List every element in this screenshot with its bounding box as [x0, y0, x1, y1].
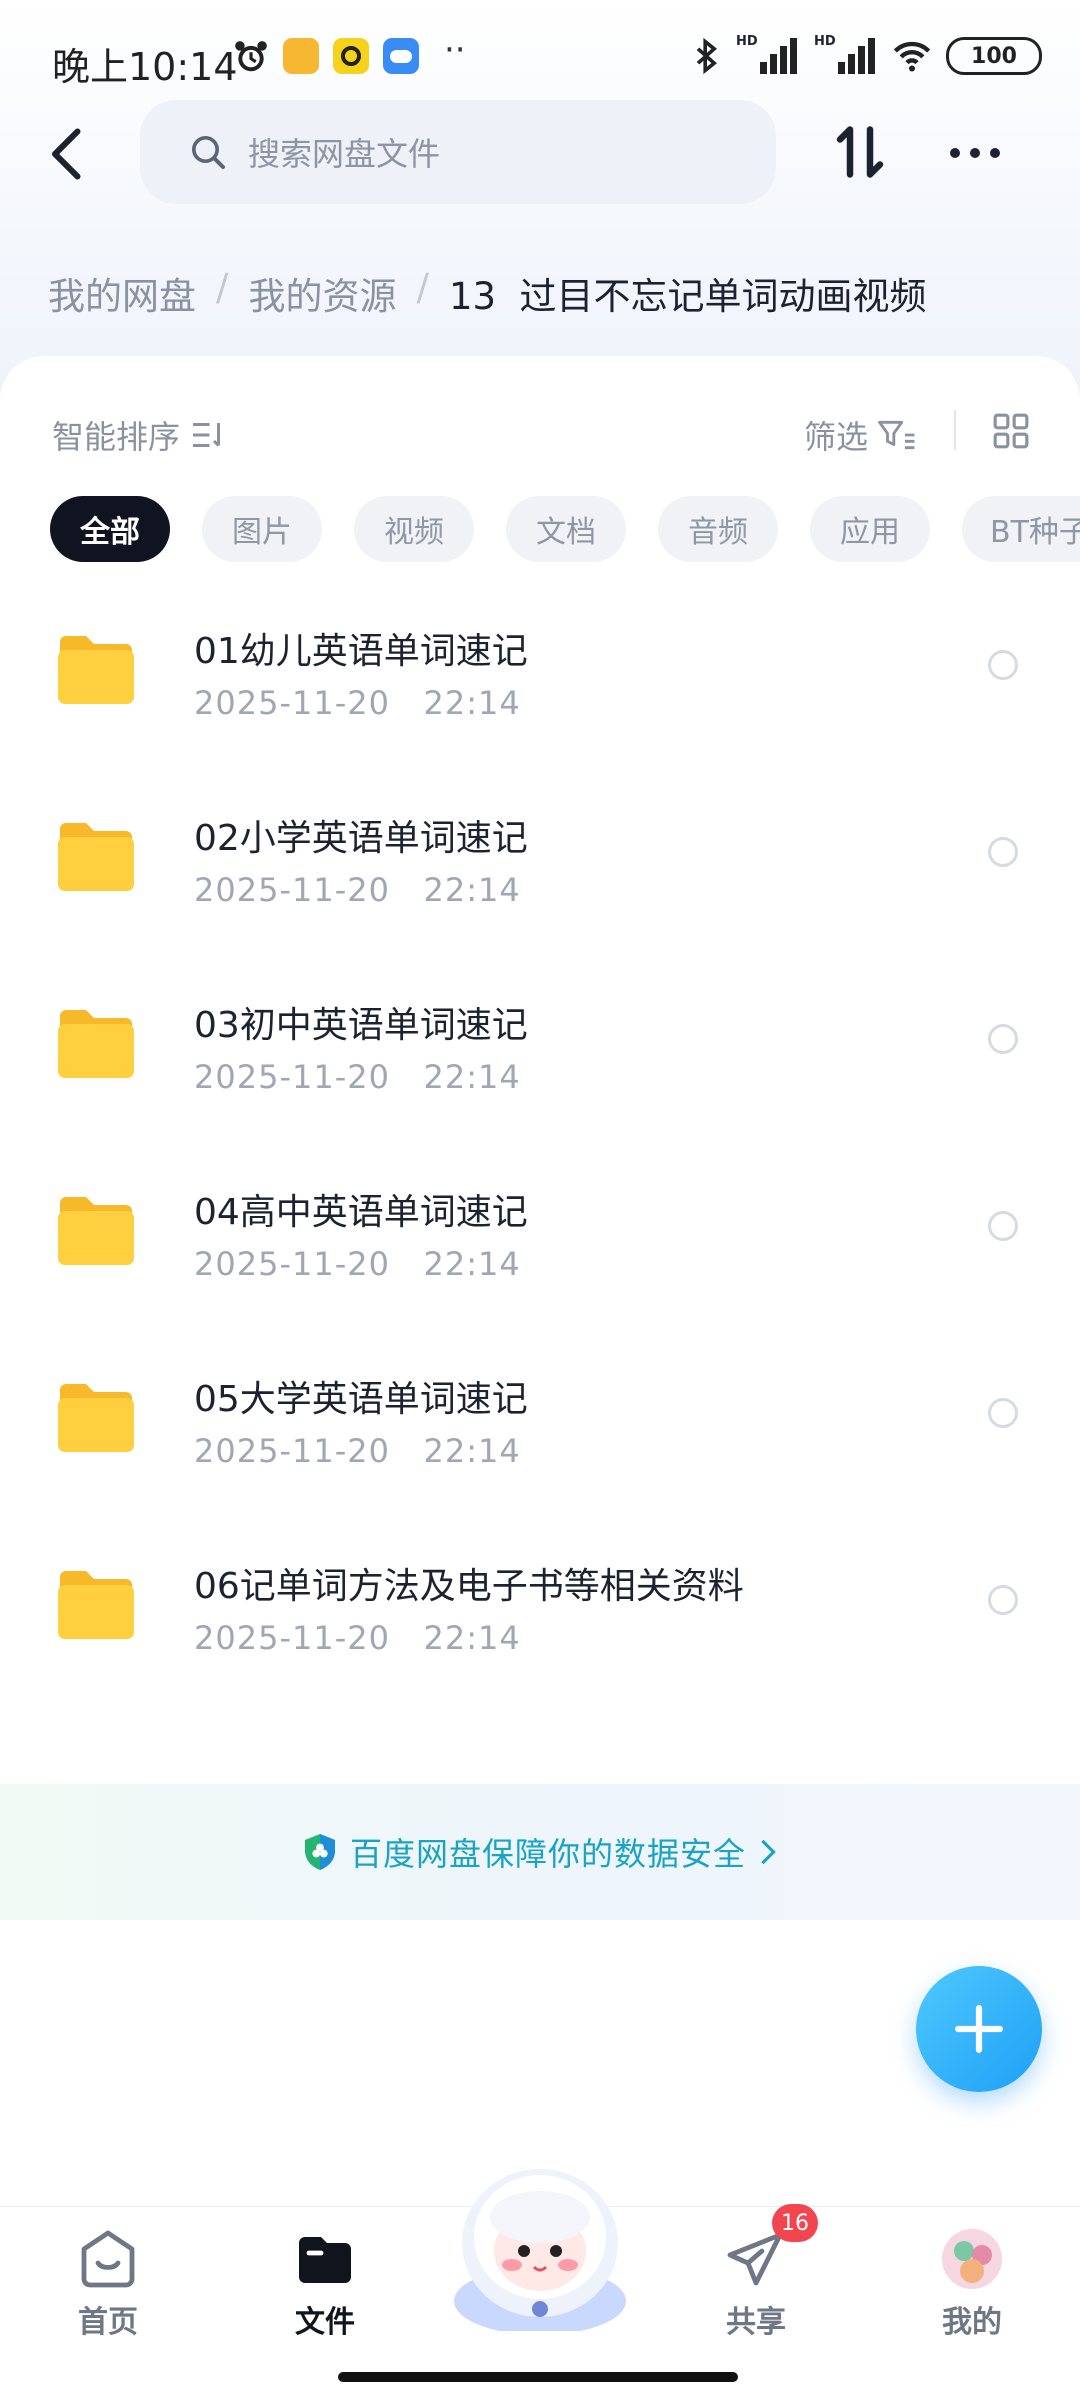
- file-date: 2025-11-20 22:14: [194, 871, 521, 909]
- file-name: 05大学英语单词速记: [194, 1379, 528, 1420]
- select-checkbox[interactable]: [988, 837, 1018, 867]
- folder-icon: [299, 2237, 351, 2283]
- nav-profile-label: 我的: [942, 2305, 1002, 2340]
- add-button[interactable]: [916, 1966, 1042, 2092]
- signal-1-icon: HD: [736, 34, 800, 76]
- chip-images[interactable]: 图片: [202, 496, 322, 562]
- chip-videos[interactable]: 视频: [354, 496, 474, 562]
- transfer-sort-icon[interactable]: [830, 122, 890, 182]
- search-input[interactable]: 搜索网盘文件: [140, 100, 776, 204]
- file-name: 01幼儿英语单词速记: [194, 631, 528, 672]
- folder-icon: [58, 1197, 134, 1265]
- file-date: 2025-11-20 22:14: [194, 1432, 521, 1470]
- select-checkbox[interactable]: [988, 1211, 1018, 1241]
- share-badge: 16: [772, 2204, 818, 2242]
- file-name: 06记单词方法及电子书等相关资料: [194, 1566, 744, 1607]
- sort-label: 智能排序: [52, 418, 181, 456]
- more-notifications: ··: [444, 30, 466, 70]
- chip-documents[interactable]: 文档: [506, 496, 626, 562]
- status-bar: 晚上10:14 ·· HD HD 100: [0, 0, 1080, 110]
- chip-bt-seeds[interactable]: BT种子: [962, 496, 1080, 562]
- filter-icon: [878, 420, 915, 450]
- list-item[interactable]: 03初中英语单词速记 2025-11-20 22:14: [0, 974, 1080, 1161]
- chip-apps[interactable]: 应用: [810, 496, 930, 562]
- file-date: 2025-11-20 22:14: [194, 1245, 521, 1283]
- nav-home-label: 首页: [78, 2305, 138, 2340]
- sort-lines-icon: [193, 423, 221, 447]
- signal-2-icon: HD: [814, 34, 878, 76]
- filter-button[interactable]: 筛选: [804, 412, 916, 458]
- file-name: 04高中英语单词速记: [194, 1192, 528, 1233]
- wifi-icon: [893, 41, 931, 72]
- grid-view-icon[interactable]: [992, 412, 1030, 450]
- breadcrumb-item-root[interactable]: 我的网盘: [48, 266, 196, 320]
- security-banner[interactable]: 百度网盘保障你的数据安全: [0, 1784, 1080, 1920]
- status-right: HD HD 100: [692, 34, 1042, 78]
- chat-notification-icon: [283, 38, 319, 74]
- app-notification-icon: [333, 38, 369, 74]
- status-time: 晚上10:14: [52, 45, 238, 89]
- search-placeholder: 搜索网盘文件: [248, 135, 441, 173]
- chip-all[interactable]: 全部: [50, 496, 170, 562]
- file-name: 03初中英语单词速记: [194, 1005, 528, 1046]
- bluetooth-icon: [696, 38, 717, 74]
- battery-indicator: 100: [946, 37, 1042, 75]
- breadcrumb-item-resources[interactable]: 我的资源: [248, 266, 396, 320]
- plus-icon: [955, 2005, 1003, 2053]
- folder-icon: [58, 1010, 134, 1078]
- file-date: 2025-11-20 22:14: [194, 1619, 521, 1657]
- nav-share-label: 共享: [726, 2305, 786, 2340]
- select-checkbox[interactable]: [988, 650, 1018, 680]
- filter-label: 筛选: [804, 418, 869, 456]
- alarm-icon: [235, 41, 267, 72]
- toolbar-divider: [954, 410, 956, 450]
- home-indicator: [338, 2372, 738, 2382]
- nav-share[interactable]: 共享: [686, 2227, 826, 2341]
- select-checkbox[interactable]: [988, 1024, 1018, 1054]
- mascot-assistant-icon[interactable]: [440, 2151, 640, 2331]
- back-arrow-icon[interactable]: [40, 124, 100, 184]
- select-checkbox[interactable]: [988, 1585, 1018, 1615]
- sort-button[interactable]: 智能排序: [52, 412, 226, 458]
- category-chips: 全部 图片 视频 文档 音频 应用 BT种子: [50, 496, 1080, 564]
- nav-files[interactable]: 文件: [255, 2227, 395, 2341]
- breadcrumb-item-current: 13 过目不忘记单词动画视频: [448, 275, 927, 318]
- folder-icon: [58, 1571, 134, 1639]
- list-item[interactable]: 01幼儿英语单词速记 2025-11-20 22:14: [0, 600, 1080, 787]
- nav-home[interactable]: 首页: [38, 2227, 178, 2341]
- select-checkbox[interactable]: [988, 1398, 1018, 1428]
- chip-audio[interactable]: 音频: [658, 496, 778, 562]
- search-icon: [192, 136, 225, 169]
- folder-icon: [58, 636, 134, 704]
- breadcrumb-separator: /: [416, 266, 429, 309]
- more-options-icon[interactable]: [945, 138, 1005, 168]
- list-item[interactable]: 05大学英语单词速记 2025-11-20 22:14: [0, 1348, 1080, 1535]
- cloud-notification-icon: [383, 38, 419, 74]
- home-icon: [81, 2230, 135, 2288]
- shield-icon: [304, 1834, 335, 1870]
- folder-icon: [58, 1384, 134, 1452]
- security-banner-text: 百度网盘保障你的数据安全: [349, 1835, 746, 1873]
- file-name: 02小学英语单词速记: [194, 818, 528, 859]
- file-date: 2025-11-20 22:14: [194, 684, 521, 722]
- avatar-icon: [942, 2229, 1002, 2289]
- breadcrumb: 我的网盘 / 我的资源 / 13 过目不忘记单词动画视频: [48, 266, 927, 320]
- chevron-right-icon: [761, 1839, 776, 1865]
- list-item[interactable]: 06记单词方法及电子书等相关资料 2025-11-20 22:14: [0, 1535, 1080, 1722]
- list-item[interactable]: 02小学英语单词速记 2025-11-20 22:14: [0, 787, 1080, 974]
- breadcrumb-separator: /: [216, 266, 229, 309]
- folder-icon: [58, 823, 134, 891]
- nav-profile[interactable]: 我的: [902, 2227, 1042, 2341]
- file-date: 2025-11-20 22:14: [194, 1058, 521, 1096]
- nav-files-label: 文件: [295, 2305, 355, 2340]
- list-item[interactable]: 04高中英语单词速记 2025-11-20 22:14: [0, 1161, 1080, 1348]
